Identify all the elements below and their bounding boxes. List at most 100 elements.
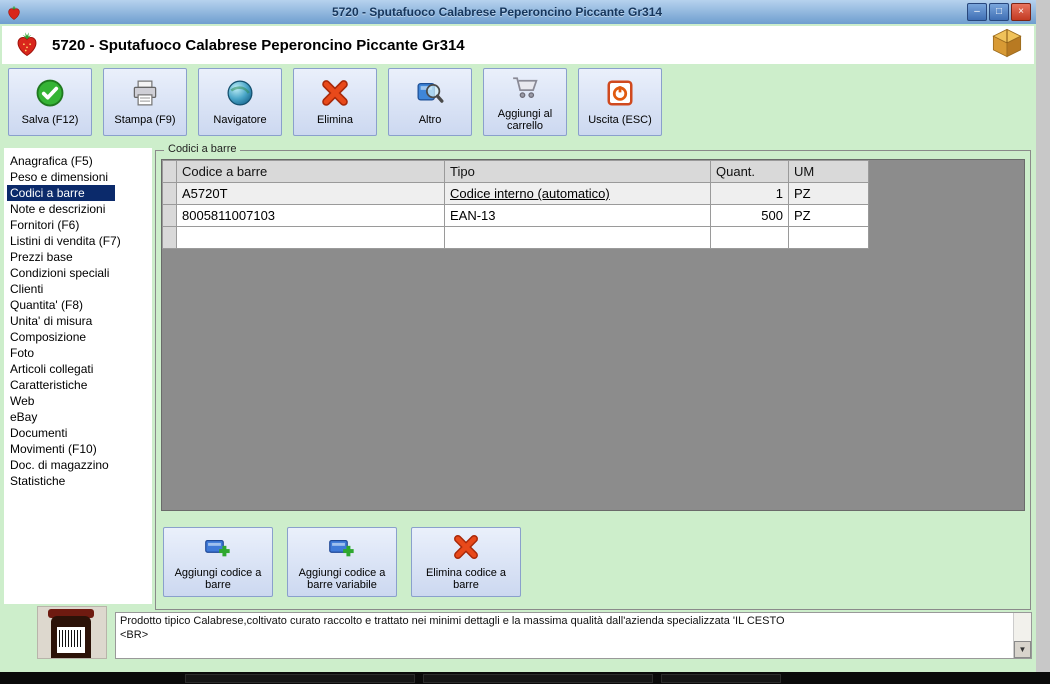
delete-x-icon [451, 533, 481, 564]
app-window: 5720 - Sputafuoco Calabrese Peperoncino … [0, 0, 1036, 672]
column-header-tipo[interactable]: Tipo [444, 160, 711, 183]
sidebar-item-fornitori[interactable]: Fornitori (F6) [7, 217, 149, 233]
delete-x-icon [320, 78, 350, 111]
barcode-add-icon [203, 533, 233, 564]
add-to-cart-button[interactable]: Aggiungi al carrello [483, 68, 567, 136]
row-selector[interactable] [162, 182, 177, 205]
app-strawberry-icon [5, 3, 23, 21]
row-selector[interactable] [162, 226, 177, 249]
desktop: 5720 - Sputafuoco Calabrese Peperoncino … [0, 0, 1050, 684]
barcode-actions: Aggiungi codice a barre Aggiungi codice … [163, 527, 521, 597]
toolbar-label: Navigatore [213, 114, 267, 126]
product-photo[interactable] [37, 606, 107, 659]
page-title: 5720 - Sputafuoco Calabrese Peperoncino … [52, 36, 465, 54]
cell-quant: 1 [710, 182, 789, 205]
sidebar-item-web[interactable]: Web [7, 393, 149, 409]
sidebar: Anagrafica (F5) Peso e dimensioni Codici… [4, 148, 152, 604]
description-scrollbar[interactable]: ▼ [1013, 613, 1031, 658]
description-line1: Prodotto tipico Calabrese,coltivato cura… [120, 615, 785, 627]
cart-icon [510, 72, 540, 105]
taskbar[interactable] [0, 672, 1050, 684]
column-header-selector [162, 160, 177, 183]
cell-tipo [444, 226, 711, 249]
printer-icon [130, 78, 160, 111]
magnifier-icon [415, 78, 445, 111]
sidebar-item-documenti[interactable]: Documenti [7, 425, 149, 441]
sidebar-item-quantita[interactable]: Quantita' (F8) [7, 297, 149, 313]
button-label: Aggiungi codice a barre variabile [298, 567, 386, 591]
cell-codice: A5720T [176, 182, 445, 205]
sidebar-item-clienti[interactable]: Clienti [7, 281, 149, 297]
sidebar-item-doc-magazzino[interactable]: Doc. di magazzino [7, 457, 149, 473]
add-variable-barcode-button[interactable]: Aggiungi codice a barre variabile [287, 527, 397, 597]
scroll-down-arrow-icon[interactable]: ▼ [1014, 641, 1031, 658]
delete-barcode-button[interactable]: Elimina codice a barre [411, 527, 521, 597]
save-button[interactable]: Salva (F12) [8, 68, 92, 136]
exit-button[interactable]: Uscita (ESC) [578, 68, 662, 136]
cell-tipo: EAN-13 [444, 204, 711, 227]
barcode-add-icon [327, 533, 357, 564]
print-button[interactable]: Stampa (F9) [103, 68, 187, 136]
toolbar-label: Stampa (F9) [114, 114, 176, 126]
description-textarea[interactable]: Prodotto tipico Calabrese,coltivato cura… [115, 612, 1032, 659]
sidebar-item-foto[interactable]: Foto [7, 345, 149, 361]
window-title: 5720 - Sputafuoco Calabrese Peperoncino … [331, 5, 663, 19]
sidebar-item-composizione[interactable]: Composizione [7, 329, 149, 345]
sidebar-item-codici-barre[interactable]: Codici a barre [7, 185, 115, 201]
barcode-table: Codice a barre Tipo Quant. UM A5720T Cod… [162, 160, 869, 249]
toolbar-label: Uscita (ESC) [588, 114, 652, 126]
sidebar-item-anagrafica[interactable]: Anagrafica (F5) [7, 153, 149, 169]
navigator-button[interactable]: Navigatore [198, 68, 282, 136]
column-header-quant[interactable]: Quant. [710, 160, 789, 183]
table-row-ean13[interactable]: 8005811007103 EAN-13 500 PZ [162, 204, 869, 227]
table-header-row: Codice a barre Tipo Quant. UM [162, 160, 869, 183]
barcode-groupbox: Codici a barre Codice a barre Tipo Quant… [155, 143, 1031, 610]
cell-um: PZ [788, 204, 869, 227]
header-bar: 5720 - Sputafuoco Calabrese Peperoncino … [2, 26, 1034, 64]
maximize-button[interactable]: □ [989, 3, 1009, 21]
minimize-button[interactable]: – [967, 3, 987, 21]
taskbar-window-button[interactable] [423, 673, 653, 683]
taskbar-window-button[interactable] [185, 673, 415, 683]
sidebar-item-articoli-collegati[interactable]: Articoli collegati [7, 361, 149, 377]
cell-codice: 8005811007103 [176, 204, 445, 227]
sidebar-item-condizioni-speciali[interactable]: Condizioni speciali [7, 265, 149, 281]
sidebar-item-caratteristiche[interactable]: Caratteristiche [7, 377, 149, 393]
globe-icon [225, 78, 255, 111]
add-barcode-button[interactable]: Aggiungi codice a barre [163, 527, 273, 597]
sidebar-item-note-descrizioni[interactable]: Note e descrizioni [7, 201, 149, 217]
save-check-icon [35, 78, 65, 111]
other-button[interactable]: Altro [388, 68, 472, 136]
window-controls: – □ × [967, 3, 1031, 21]
package-icon[interactable] [990, 28, 1024, 63]
cell-um: PZ [788, 182, 869, 205]
close-button[interactable]: × [1011, 3, 1031, 21]
sidebar-item-unita-misura[interactable]: Unita' di misura [7, 313, 149, 329]
jar-barcode-label [57, 627, 85, 653]
cell-tipo-link[interactable]: Codice interno (automatico) [444, 182, 711, 205]
toolbar-label: Aggiungi al carrello [497, 108, 553, 132]
sidebar-item-statistiche[interactable]: Statistiche [7, 473, 149, 489]
table-row-empty[interactable] [162, 226, 869, 249]
row-selector[interactable] [162, 204, 177, 227]
toolbar-label: Altro [418, 114, 442, 126]
sidebar-item-prezzi-base[interactable]: Prezzi base [7, 249, 149, 265]
toolbar-label: Salva (F12) [21, 114, 79, 126]
groupbox-label: Codici a barre [164, 143, 241, 155]
column-header-um[interactable]: UM [788, 160, 869, 183]
description-line2: <BR> [120, 629, 149, 641]
button-label: Aggiungi codice a barre [174, 567, 262, 591]
sidebar-item-ebay[interactable]: eBay [7, 409, 149, 425]
cell-quant: 500 [710, 204, 789, 227]
sidebar-item-peso-dimensioni[interactable]: Peso e dimensioni [7, 169, 149, 185]
table-row-internal-code[interactable]: A5720T Codice interno (automatico) 1 PZ [162, 182, 869, 205]
column-header-codice[interactable]: Codice a barre [176, 160, 445, 183]
toolbar-label: Elimina [316, 114, 354, 126]
delete-button[interactable]: Elimina [293, 68, 377, 136]
sidebar-item-movimenti[interactable]: Movimenti (F10) [7, 441, 149, 457]
table-background: Codice a barre Tipo Quant. UM A5720T Cod… [161, 159, 1025, 511]
titlebar[interactable]: 5720 - Sputafuoco Calabrese Peperoncino … [0, 0, 1036, 24]
cell-codice [176, 226, 445, 249]
taskbar-window-button[interactable] [661, 673, 781, 683]
sidebar-item-listini-vendita[interactable]: Listini di vendita (F7) [7, 233, 149, 249]
